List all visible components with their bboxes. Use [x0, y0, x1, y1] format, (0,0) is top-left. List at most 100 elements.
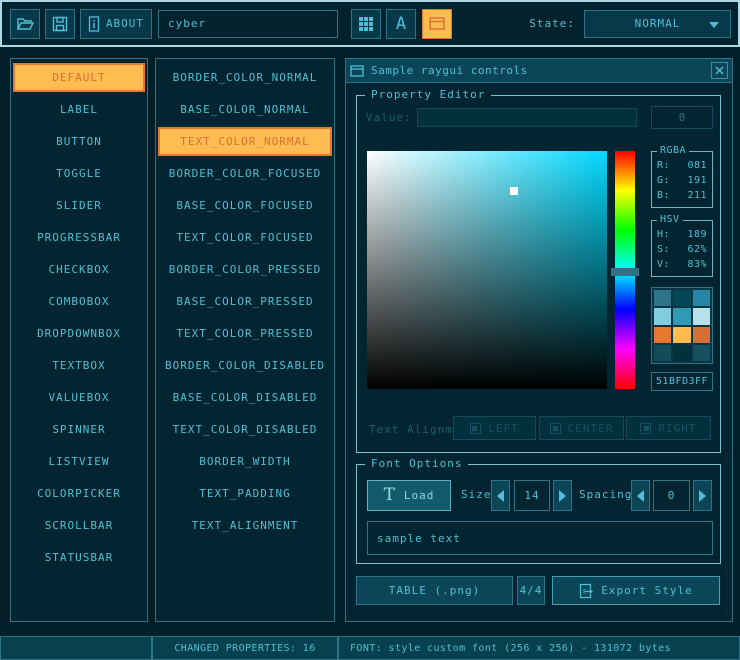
color-swatch[interactable]	[673, 345, 690, 361]
controls-list-item[interactable]: COMBOBOX	[13, 287, 145, 316]
hex-value: 51BFD3FF	[656, 376, 708, 387]
statusbar-font-info: FONT: style custom font (256 x 256) - 13…	[338, 636, 740, 660]
controls-list-item[interactable]: SLIDER	[13, 191, 145, 220]
spacing-decrement-button[interactable]	[631, 480, 650, 511]
color-picker-panel[interactable]	[367, 151, 607, 389]
save-style-button[interactable]	[45, 9, 75, 39]
sample-text: sample text	[377, 532, 461, 545]
align-right-button[interactable]: RIGHT	[626, 416, 711, 440]
properties-list-item[interactable]: BORDER_WIDTH	[158, 447, 332, 476]
value-spinner-value: 0	[679, 111, 686, 124]
size-increment-button[interactable]	[553, 480, 572, 511]
properties-list-item[interactable]: TEXT_COLOR_PRESSED	[158, 319, 332, 348]
page-indicator[interactable]: 4/4	[517, 576, 545, 605]
s-key: S:	[657, 242, 670, 257]
about-button[interactable]: ABOUT	[80, 9, 152, 39]
hex-value-input[interactable]: 51BFD3FF	[651, 372, 713, 391]
color-swatch[interactable]	[654, 308, 671, 324]
properties-list-item[interactable]: TEXT_ALIGNMENT	[158, 511, 332, 540]
controls-list-item[interactable]: LISTVIEW	[13, 447, 145, 476]
properties-list-item[interactable]: BORDER_COLOR_NORMAL	[158, 63, 332, 92]
properties-list-item[interactable]: BORDER_COLOR_PRESSED	[158, 255, 332, 284]
color-swatch[interactable]	[693, 327, 710, 343]
chevron-down-icon	[709, 22, 719, 28]
color-swatch[interactable]	[654, 345, 671, 361]
value-input[interactable]	[417, 108, 637, 127]
hsv-row-s: S: 62%	[652, 242, 712, 257]
controls-list-item[interactable]: TOGGLE	[13, 159, 145, 188]
properties-list-item[interactable]: BORDER_COLOR_FOCUSED	[158, 159, 332, 188]
color-swatch[interactable]	[654, 290, 671, 306]
align-center-label: CENTER	[568, 422, 614, 435]
rgba-row-r: R: 081	[652, 158, 712, 173]
export-table-button[interactable]: TABLE (.png)	[356, 576, 513, 605]
close-button[interactable]	[711, 62, 728, 79]
color-swatch[interactable]	[693, 290, 710, 306]
style-name-input[interactable]	[158, 10, 338, 38]
controls-view-button[interactable]	[422, 9, 452, 39]
chevron-right-icon	[559, 490, 566, 502]
align-center-button[interactable]: CENTER	[539, 416, 624, 440]
spacing-value-box[interactable]: 0	[653, 480, 690, 511]
property-editor-group: Property Editor Value: 0 RGBA R: 081 G:	[356, 95, 721, 453]
color-swatch[interactable]	[693, 308, 710, 324]
load-font-button[interactable]: T Load	[367, 480, 451, 511]
export-icon: E	[579, 583, 593, 599]
state-label: State:	[529, 17, 575, 30]
align-center-icon	[550, 423, 561, 434]
controls-list-item[interactable]: TEXTBOX	[13, 351, 145, 380]
value-spinner[interactable]: 0	[651, 106, 713, 129]
color-swatch[interactable]	[693, 345, 710, 361]
state-dropdown[interactable]: NORMAL	[584, 10, 731, 38]
r-key: R:	[657, 158, 670, 173]
controls-list-item[interactable]: LABEL	[13, 95, 145, 124]
controls-list-item[interactable]: BUTTON	[13, 127, 145, 156]
align-right-icon	[640, 423, 651, 434]
properties-list-item[interactable]: BASE_COLOR_DISABLED	[158, 383, 332, 412]
open-style-button[interactable]	[10, 9, 40, 39]
sample-text-input[interactable]: sample text	[367, 521, 713, 555]
export-style-button[interactable]: E Export Style	[552, 576, 720, 605]
statusbar-changed-properties: CHANGED PROPERTIES: 16	[152, 636, 338, 660]
properties-list-item[interactable]: TEXT_COLOR_NORMAL	[158, 127, 332, 156]
toolbar: ABOUT A State: NORMA	[0, 0, 740, 47]
properties-list-item[interactable]: BASE_COLOR_NORMAL	[158, 95, 332, 124]
hsv-label: HSV	[657, 214, 683, 225]
color-swatch[interactable]	[654, 327, 671, 343]
rgba-row-g: G: 191	[652, 173, 712, 188]
size-value-box[interactable]: 14	[514, 480, 550, 511]
controls-list-item[interactable]: SPINNER	[13, 415, 145, 444]
spacing-increment-button[interactable]	[693, 480, 712, 511]
controls-list-item[interactable]: SCROLLBAR	[13, 511, 145, 540]
hsv-row-v: V: 83%	[652, 257, 712, 272]
controls-list-item[interactable]: DROPDOWNBOX	[13, 319, 145, 348]
align-left-button[interactable]: LEFT	[453, 416, 536, 440]
size-decrement-button[interactable]	[491, 480, 510, 511]
color-swatch[interactable]	[673, 327, 690, 343]
controls-list-item[interactable]: DEFAULT	[13, 63, 145, 92]
properties-list-item[interactable]: TEXT_PADDING	[158, 479, 332, 508]
controls-list-item[interactable]: VALUEBOX	[13, 383, 145, 412]
properties-list-item[interactable]: BASE_COLOR_PRESSED	[158, 287, 332, 316]
g-value: 191	[687, 173, 707, 188]
value-label: Value:	[366, 111, 412, 124]
controls-list-item[interactable]: CHECKBOX	[13, 255, 145, 284]
controls-list-item[interactable]: STATUSBAR	[13, 543, 145, 572]
properties-list-item[interactable]: TEXT_COLOR_DISABLED	[158, 415, 332, 444]
controls-list-item[interactable]: COLORPICKER	[13, 479, 145, 508]
color-picker-cursor[interactable]	[510, 187, 518, 195]
grid-icon	[359, 17, 373, 31]
font-view-button[interactable]: A	[386, 9, 416, 39]
controls-list-item[interactable]: PROGRESSBAR	[13, 223, 145, 252]
rgba-label: RGBA	[657, 145, 689, 156]
statusbar-left	[0, 636, 152, 660]
hue-slider-handle[interactable]	[611, 268, 639, 276]
style-table-view-button[interactable]	[351, 9, 381, 39]
state-dropdown-value: NORMAL	[635, 17, 681, 30]
color-swatch[interactable]	[673, 308, 690, 324]
color-swatch[interactable]	[673, 290, 690, 306]
properties-list-item[interactable]: BORDER_COLOR_DISABLED	[158, 351, 332, 380]
properties-list-item[interactable]: TEXT_COLOR_FOCUSED	[158, 223, 332, 252]
properties-list-item[interactable]: BASE_COLOR_FOCUSED	[158, 191, 332, 220]
hue-slider[interactable]	[615, 151, 635, 389]
